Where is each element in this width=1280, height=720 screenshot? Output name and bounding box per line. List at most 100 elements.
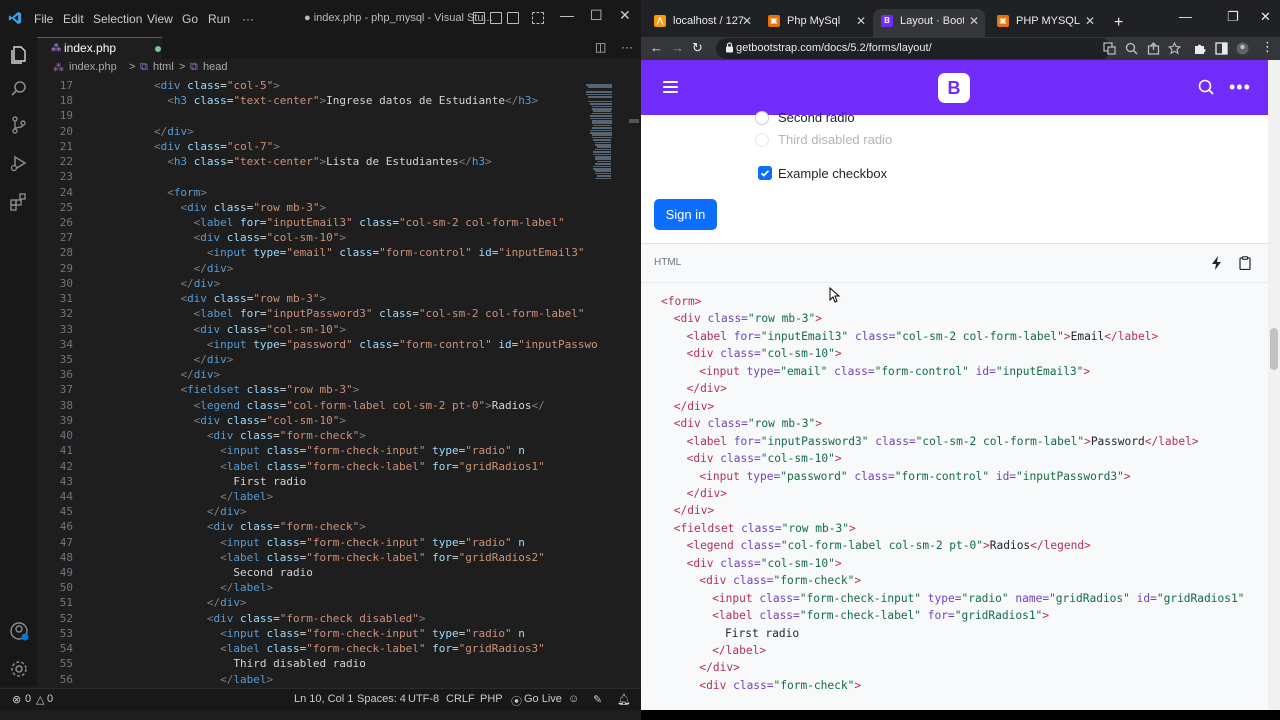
code-line[interactable]: 28 <input type="email" class="form-contro… [37,246,597,261]
extensions-puzzle-icon[interactable] [1193,42,1206,55]
copilot-icon[interactable]: ☺ [568,693,579,705]
sign-in-button[interactable]: Sign in [654,199,717,230]
code-line[interactable]: 50 </label> [37,581,597,596]
run-debug-icon[interactable] [9,153,29,173]
editor-scrollbar[interactable] [627,79,641,688]
new-tab-button[interactable]: + [1114,14,1123,32]
toggle-panel-icon[interactable] [490,12,502,24]
code-line[interactable]: 45 </div> [37,505,597,520]
manage-gear-icon[interactable] [9,659,29,679]
code-line[interactable]: 36 </div> [37,368,597,383]
customize-layout-icon[interactable] [532,12,544,24]
code-line[interactable]: 20 </div> [37,125,597,140]
code-line[interactable]: 29 </div> [37,262,597,277]
errors-icon[interactable]: ⊗ [12,693,21,706]
radio-button[interactable] [755,111,769,125]
code-line[interactable]: 49 Second radio [37,566,597,581]
minimize-icon[interactable]: — [560,7,574,23]
reload-icon[interactable]: ↻ [692,40,703,56]
code-line[interactable]: 43 First radio [37,475,597,490]
search-icon[interactable] [9,79,29,99]
translate-icon[interactable] [1103,42,1116,55]
code-editor[interactable]: 17 <div class="col-5"> 18 <h3 class="text-c… [37,79,641,688]
lock-icon[interactable] [725,42,734,53]
code-line[interactable]: 19 [37,109,597,124]
code-snippet[interactable]: <form> <div class="row mb-3"> <label for="… [641,283,1268,710]
zoom-icon[interactable] [1125,42,1138,55]
cursor-position[interactable]: Ln 10, Col 1 [294,693,353,705]
address-bar[interactable]: getbootstrap.com/docs/5.2/forms/layout/ [716,38,1111,59]
code-line[interactable]: 56 </label> [37,673,597,688]
breadcrumb-file[interactable]: index.php [69,61,117,73]
feedback-icon[interactable]: ✎ [593,693,602,706]
hamburger-menu-icon[interactable] [663,81,678,93]
menu-more[interactable]: ··· [242,12,254,26]
maximize-icon[interactable]: ☐ [590,7,603,24]
code-line[interactable]: 37 <fieldset class="row mb-3"> [37,383,597,398]
code-line[interactable]: 44 </label> [37,490,597,505]
line-ending[interactable]: CRLF [446,693,475,705]
extensions-icon[interactable] [9,192,29,212]
go-live-icon[interactable]: ⦿ [511,693,522,709]
indentation[interactable]: Spaces: 4 [357,693,406,705]
forward-arrow-icon[interactable]: → [671,40,684,55]
encoding[interactable]: UTF-8 [408,693,439,705]
close-tab-icon[interactable]: ✕ [742,14,752,28]
code-line[interactable]: 33 <div class="col-sm-10"> [37,323,597,338]
code-line[interactable]: 26 <label for="inputEmail3" class="col-sm… [37,216,597,231]
browser-close-icon[interactable]: ✕ [1260,9,1271,25]
close-tab-icon[interactable]: ✕ [856,14,866,28]
browser-tab[interactable]: ▣ Php MySql ✕ [760,9,872,37]
code-line[interactable]: 53 <input class="form-check-input" type="… [37,627,597,642]
code-line[interactable]: 18 <h3 class="text-center">Ingrese datos … [37,94,597,109]
bootstrap-logo[interactable]: B [938,73,970,103]
code-line[interactable]: 40 <div class="form-check"> [37,429,597,444]
close-tab-icon[interactable]: ✕ [1085,14,1095,28]
browser-minimize-icon[interactable]: — [1179,9,1192,24]
page-scrollbar[interactable] [1268,60,1280,710]
code-line[interactable]: 38 <legend class="col-form-label col-sm-2… [37,399,597,414]
code-line[interactable]: 47 <input class="form-check-input" type="… [37,536,597,551]
unsaved-dot-icon[interactable] [155,46,161,52]
code-line[interactable]: 46 <div class="form-check"> [37,520,597,535]
copy-clipboard-icon[interactable] [1239,256,1251,270]
code-line[interactable]: 54 <label class="form-check-label" for="g… [37,642,597,657]
source-control-icon[interactable] [9,115,29,135]
profile-avatar-icon[interactable] [1236,42,1249,55]
warnings-icon[interactable]: △ [36,693,44,706]
close-icon[interactable]: ✕ [619,7,631,24]
side-panel-icon[interactable] [1215,42,1228,55]
checkbox-checked[interactable] [758,166,772,180]
code-line[interactable]: 27 <div class="col-sm-10"> [37,231,597,246]
code-line[interactable]: 22 <h3 class="text-center">Lista de Estud… [37,155,597,170]
code-line[interactable]: 34 <input type="password" class="form-con… [37,338,597,353]
menu-file[interactable]: File [34,12,53,26]
code-line[interactable]: 21 <div class="col-7"> [37,140,597,155]
code-line[interactable]: 39 <div class="col-sm-10"> [37,414,597,429]
explorer-icon[interactable] [9,45,29,65]
code-line[interactable]: 51 </div> [37,596,597,611]
url-text[interactable]: getbootstrap.com/docs/5.2/forms/layout/ [736,42,932,54]
error-count[interactable]: 0 [25,693,31,705]
menu-view[interactable]: View [147,12,173,26]
code-line[interactable]: 17 <div class="col-5"> [37,79,597,94]
code-line[interactable]: 30 </div> [37,277,597,292]
go-live-button[interactable]: Go Live [524,693,562,705]
close-tab-icon[interactable]: ✕ [969,14,979,28]
split-editor-icon[interactable]: ◫ [595,40,606,54]
breadcrumb-head[interactable]: head [203,61,227,73]
warning-count[interactable]: 0 [47,693,53,705]
browser-restore-icon[interactable]: ❐ [1227,9,1239,25]
menu-selection[interactable]: Selection [93,12,142,26]
browser-tab[interactable]: ⋀ localhost / 127.0.0.1✕ [646,9,758,37]
minimap[interactable] [577,79,627,199]
code-line[interactable]: 24 <form> [37,186,597,201]
menu-run[interactable]: Run [208,12,230,26]
code-line[interactable]: 55 Third disabled radio [37,657,597,672]
language-mode[interactable]: PHP [480,693,503,705]
code-line[interactable]: 32 <label for="inputPassword3" class="col… [37,307,597,322]
bookmark-star-icon[interactable] [1168,42,1181,55]
more-actions-icon[interactable]: ··· [621,40,633,54]
scrollbar-thumb[interactable] [1270,328,1278,370]
toggle-secondary-sidebar-icon[interactable] [507,12,519,24]
